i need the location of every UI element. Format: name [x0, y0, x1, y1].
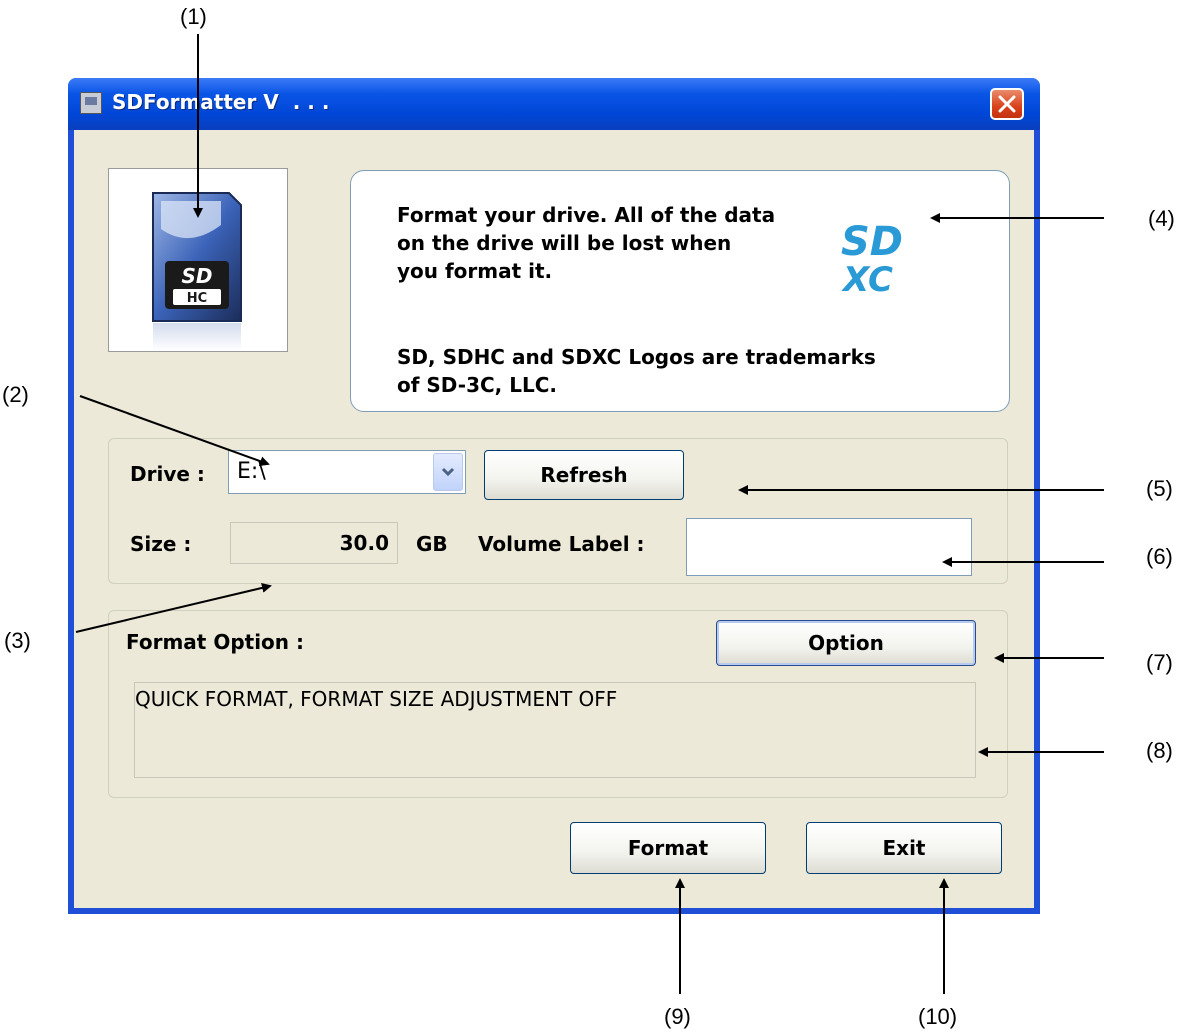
callout-arrows	[75, 34, 1104, 994]
arrow-2	[79, 395, 270, 466]
arrow-3	[75, 582, 272, 633]
